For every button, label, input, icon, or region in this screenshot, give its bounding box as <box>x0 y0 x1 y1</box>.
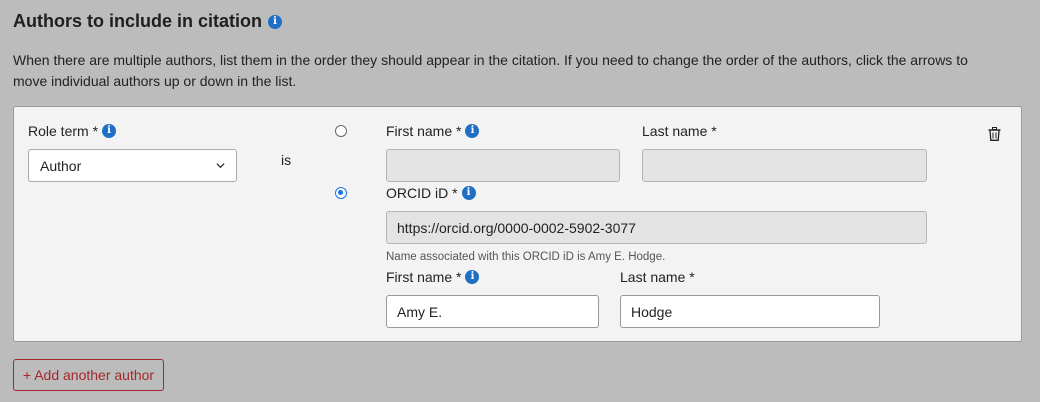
info-icon[interactable]: i <box>268 14 282 29</box>
orcid-field[interactable]: https://orcid.org/0000-0002-5902-3077 <box>386 211 927 244</box>
add-author-button[interactable]: + Add another author <box>13 359 164 391</box>
role-term-label: Role term * <box>28 123 99 139</box>
chevron-down-icon <box>216 163 225 169</box>
last-name-label-text: Last name * <box>642 123 717 139</box>
first-name-label-group: First name * i <box>386 123 480 139</box>
last-name-field-disabled[interactable] <box>642 149 927 182</box>
orcid-first-name-input[interactable]: Amy E. <box>386 295 599 328</box>
orcid-hint: Name associated with this ORCID iD is Am… <box>386 251 666 263</box>
info-icon[interactable]: i <box>465 124 480 138</box>
author-card: Role term * i Author is First name * i L… <box>13 106 1022 342</box>
orcid-option-radio[interactable] <box>335 187 347 199</box>
name-option-radio[interactable] <box>335 125 347 137</box>
orcid-last-name-label: Last name * <box>620 269 695 285</box>
role-term-label-group: Role term * i <box>28 123 117 139</box>
orcid-label: ORCID iD * <box>386 185 458 201</box>
orcid-first-name-label: First name * <box>386 269 462 285</box>
role-term-value: Author <box>40 157 82 174</box>
first-name-label: First name * <box>386 123 462 139</box>
orcid-last-name-input[interactable]: Hodge <box>620 295 880 328</box>
section-title: Authors to include in citation <box>13 11 262 31</box>
section-heading: Authors to include in citation i <box>13 11 282 32</box>
orcid-first-name-label-group: First name * i <box>386 269 480 285</box>
role-term-select[interactable]: Author <box>28 149 237 182</box>
last-name-label: Last name * <box>642 123 717 139</box>
section-intro: When there are multiple authors, list th… <box>13 52 968 89</box>
orcid-last-name-label-text: Last name * <box>620 269 695 285</box>
info-icon[interactable]: i <box>461 186 476 200</box>
orcid-label-group: ORCID iD * i <box>386 185 476 201</box>
first-name-field-disabled[interactable] <box>386 149 620 182</box>
info-icon[interactable]: i <box>465 270 480 284</box>
is-text: is <box>281 152 292 168</box>
trash-icon[interactable] <box>988 127 1001 141</box>
info-icon[interactable]: i <box>102 124 117 138</box>
